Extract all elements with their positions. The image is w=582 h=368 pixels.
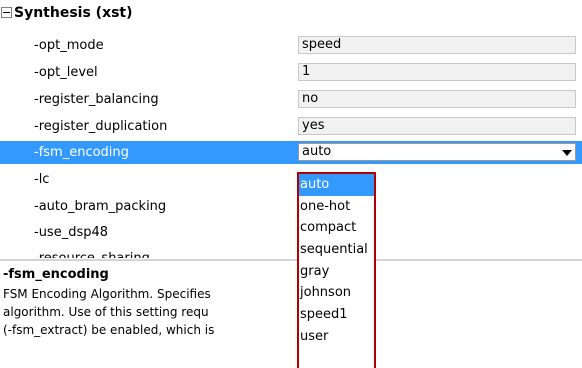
dropdown-option-gray[interactable]: gray [299, 261, 374, 283]
dropdown-arrow-icon[interactable] [562, 150, 572, 156]
property-value[interactable]: speed [298, 36, 576, 54]
property-name: -use_dsp48 [34, 225, 109, 240]
property-row-lc[interactable]: -lc [0, 168, 582, 191]
dropdown-option-johnson[interactable]: johnson [299, 282, 374, 304]
property-name: -resource_sharing [34, 250, 150, 258]
dropdown-option-user[interactable]: user [299, 326, 374, 348]
property-name: -register_duplication [34, 119, 168, 134]
collapse-icon[interactable] [1, 7, 12, 18]
description-line: (-fsm_extract) be enabled, which is [3, 323, 215, 337]
splitter[interactable] [0, 259, 582, 261]
property-row-use-dsp48[interactable]: -use_dsp48 [0, 221, 582, 244]
description-line: FSM Encoding Algorithm. Specifies [3, 287, 211, 301]
property-name: -opt_level [34, 65, 98, 80]
property-row-resource-sharing[interactable]: -resource_sharing [0, 244, 582, 258]
property-row-opt-level[interactable]: -opt_level 1 [0, 61, 582, 84]
description-title: -fsm_encoding [3, 267, 109, 282]
fsm-encoding-select[interactable]: auto [298, 143, 576, 161]
property-row-register-balancing[interactable]: -register_balancing no [0, 88, 582, 111]
property-name: -register_balancing [34, 92, 159, 107]
property-name: -fsm_encoding [34, 145, 129, 160]
dropdown-option-compact[interactable]: compact [299, 217, 374, 239]
property-row-register-duplication[interactable]: -register_duplication yes [0, 115, 582, 138]
dropdown-option-speed1[interactable]: speed1 [299, 304, 374, 326]
fsm-encoding-dropdown: auto one-hot compact sequential gray joh… [297, 172, 376, 368]
property-name: -auto_bram_packing [34, 199, 167, 214]
dropdown-option-one-hot[interactable]: one-hot [299, 196, 374, 218]
property-name: -opt_mode [34, 38, 104, 53]
property-value[interactable]: yes [298, 117, 576, 135]
section-header: Synthesis (xst) [0, 3, 582, 25]
property-value[interactable]: no [298, 90, 576, 108]
dropdown-option-sequential[interactable]: sequential [299, 239, 374, 261]
select-value: auto [302, 144, 332, 159]
property-name: -lc [34, 172, 50, 187]
property-row-auto-bram-packing[interactable]: -auto_bram_packing [0, 195, 582, 218]
dropdown-option-auto[interactable]: auto [299, 174, 374, 196]
description-pane: -fsm_encoding FSM Encoding Algorithm. Sp… [0, 262, 582, 368]
property-grid: Synthesis (xst) -opt_mode speed -opt_lev… [0, 0, 582, 258]
section-title: Synthesis (xst) [14, 5, 133, 21]
property-row-opt-mode[interactable]: -opt_mode speed [0, 34, 582, 57]
property-value[interactable]: 1 [298, 63, 576, 81]
property-row-fsm-encoding[interactable]: -fsm_encoding auto [0, 141, 582, 164]
description-line: algorithm. Use of this setting requ [3, 305, 209, 319]
